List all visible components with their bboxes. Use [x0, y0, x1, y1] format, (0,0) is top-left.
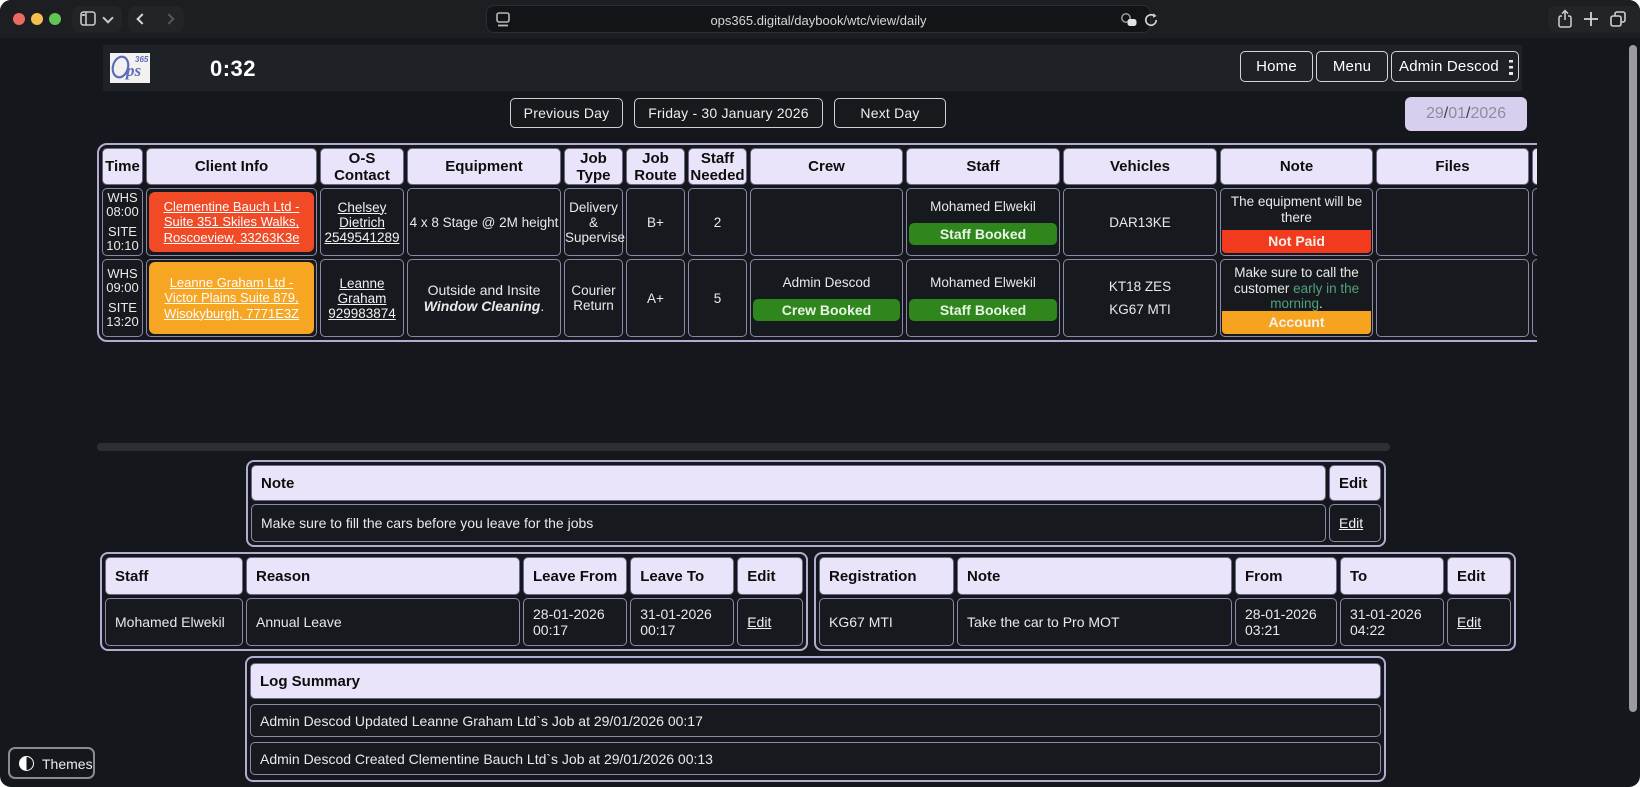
svg-text:365: 365: [135, 55, 149, 64]
